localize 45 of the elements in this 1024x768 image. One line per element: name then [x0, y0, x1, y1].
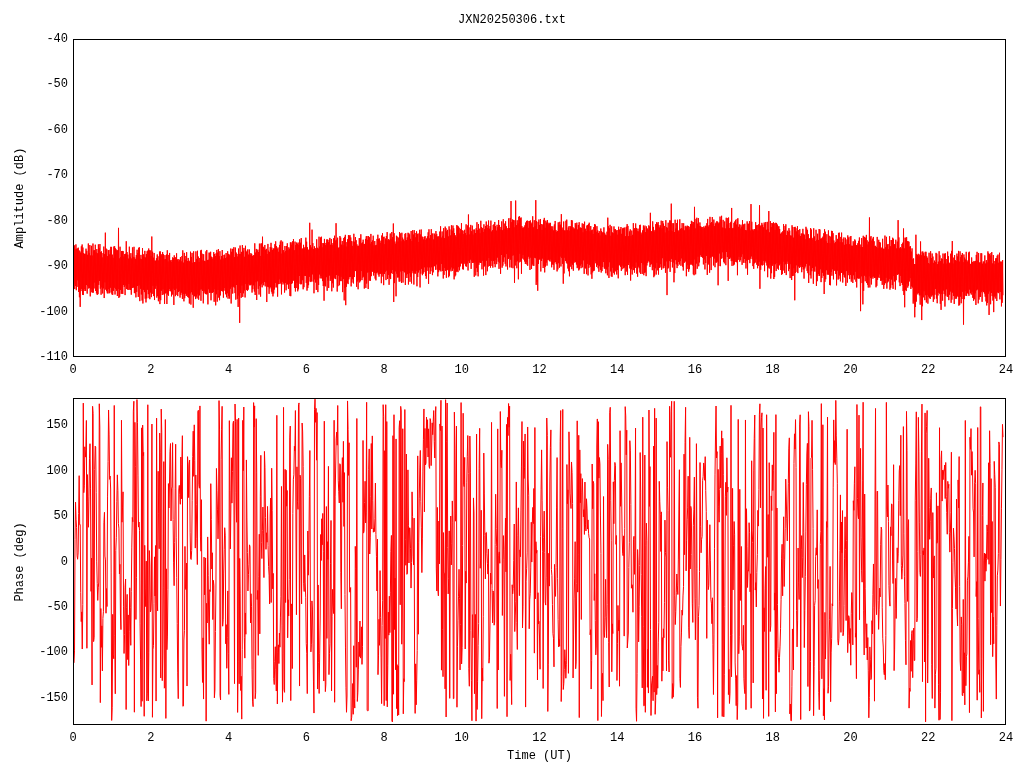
- y-tick-label: -60: [46, 122, 68, 137]
- x-tick-label: 24: [998, 363, 1014, 377]
- x-tick-label: 14: [610, 363, 625, 377]
- y-tick-label: 150: [46, 418, 68, 433]
- x-tick-label: 8: [380, 363, 388, 377]
- chart-title: JXN20250306.txt: [458, 11, 566, 29]
- y-tick-label: -50: [46, 599, 68, 614]
- x-tick-label: 12: [532, 363, 547, 377]
- x-tick-label: 24: [998, 731, 1014, 745]
- x-tick-label: 2: [147, 731, 155, 745]
- x-tick-label: 6: [302, 731, 310, 745]
- x-tick-label: 18: [765, 731, 780, 745]
- y-axis-label: Phase (deg): [12, 521, 28, 602]
- x-tick-label: 16: [687, 731, 703, 745]
- y-axis-label: Amplitude (dB): [12, 147, 28, 249]
- x-tick-label: 16: [687, 363, 703, 377]
- x-tick-label: 18: [765, 363, 780, 377]
- x-tick-label: 4: [224, 363, 233, 377]
- y-tick-label: -150: [39, 690, 68, 705]
- x-tick-label: 0: [69, 363, 77, 377]
- y-tick-label: -100: [39, 645, 68, 660]
- y-tick-label: -50: [46, 77, 68, 92]
- y-tick-label: -90: [46, 259, 68, 274]
- x-tick-label: 10: [454, 731, 469, 745]
- y-tick-label: 50: [53, 509, 68, 524]
- x-tick-label: 20: [843, 731, 858, 745]
- y-tick-label: -40: [46, 32, 68, 46]
- x-tick-label: 10: [454, 363, 469, 377]
- x-tick-label: 22: [921, 363, 936, 377]
- x-tick-label: 20: [843, 363, 858, 377]
- x-tick-label: 4: [224, 731, 233, 745]
- y-tick-label: -110: [39, 350, 68, 364]
- y-tick-label: 100: [46, 463, 68, 478]
- x-tick-label: 2: [147, 363, 155, 377]
- x-tick-label: 8: [380, 731, 388, 745]
- x-tick-label: 6: [302, 363, 310, 377]
- x-tick-label: 12: [532, 731, 547, 745]
- y-tick-label: -100: [39, 304, 68, 319]
- x-tick-label: 22: [921, 731, 936, 745]
- x-tick-label: 14: [610, 731, 625, 745]
- y-tick-label: -70: [46, 168, 68, 183]
- y-tick-label: -80: [46, 213, 68, 228]
- x-axis-label: Time (UT): [507, 749, 572, 763]
- y-tick-label: 0: [60, 554, 68, 569]
- x-tick-label: 0: [69, 731, 77, 745]
